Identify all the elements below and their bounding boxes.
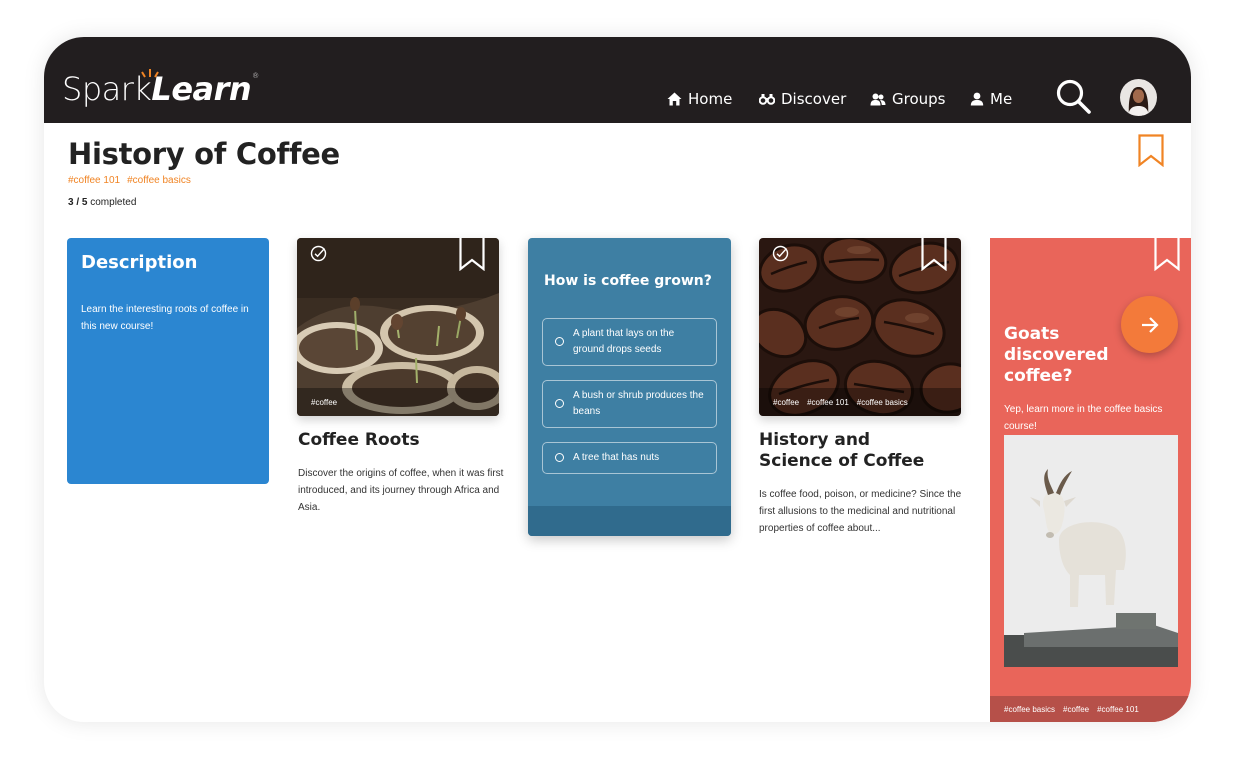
nav-discover-label: Discover	[781, 90, 847, 108]
progress-separator: /	[76, 197, 80, 208]
quiz-card-footer	[528, 506, 731, 536]
nav-me[interactable]: Me	[970, 89, 1012, 109]
spark-icon	[141, 69, 159, 78]
search-icon[interactable]	[1055, 78, 1093, 116]
radio-button	[555, 337, 564, 346]
card-tags-strip: #coffee basics #coffee #coffee 101	[990, 696, 1191, 722]
coffee-roots-text: Discover the origins of coffee, when it …	[298, 468, 504, 513]
tag-link[interactable]: #coffee basics	[857, 398, 908, 407]
description-card[interactable]: Description Learn the interesting roots …	[67, 238, 269, 484]
quiz-option-label: A plant that lays on the ground drops se…	[573, 328, 675, 355]
bookmark-icon[interactable]	[921, 238, 947, 271]
completed-check-icon	[772, 245, 789, 262]
card-tags-strip: #coffee #coffee 101 #coffee basics	[759, 388, 961, 416]
card-tags-strip: #coffee	[297, 388, 499, 416]
radio-button	[555, 453, 564, 462]
radio-button	[555, 399, 564, 408]
tag-link[interactable]: #coffee	[311, 398, 337, 407]
course-tags: #coffee 101 #coffee basics	[68, 175, 191, 186]
tag-link[interactable]: #coffee	[1063, 705, 1089, 714]
history-science-title[interactable]: History and Science of Coffee	[759, 430, 924, 472]
brand-reg-mark: ®	[252, 72, 259, 80]
tag-link[interactable]: #coffee 101	[1097, 705, 1139, 714]
promo-title: Goats discovered coffee?	[1004, 324, 1109, 386]
brand-name-spark: Spark	[62, 70, 152, 108]
coffee-roots-title[interactable]: Coffee Roots	[298, 430, 420, 451]
bookmark-icon[interactable]	[459, 238, 485, 271]
nav-discover[interactable]: Discover	[759, 89, 846, 109]
tag-link[interactable]: #coffee 101	[68, 175, 120, 186]
history-science-card[interactable]: #coffee #coffee 101 #coffee basics	[759, 238, 961, 416]
avatar-image	[1120, 79, 1157, 116]
description-card-title: Description	[81, 252, 198, 273]
brand-logo[interactable]: SparkLearn®	[62, 70, 259, 108]
description-card-text: Learn the interesting roots of coffee in…	[81, 304, 249, 332]
history-science-title-line2: Science of Coffee	[759, 451, 925, 471]
bookmark-icon[interactable]	[1154, 238, 1180, 271]
history-science-title-line1: History and	[759, 430, 871, 450]
tag-link[interactable]: #coffee 101	[807, 398, 849, 407]
tag-link[interactable]: #coffee basics	[1004, 705, 1055, 714]
promo-text: Yep, learn more in the coffee basics cou…	[1004, 404, 1163, 432]
group-icon	[870, 93, 886, 105]
quiz-question: How is coffee grown?	[544, 273, 712, 289]
progress-total-count: 5	[81, 197, 88, 208]
nav-me-label: Me	[990, 90, 1013, 108]
top-nav: SparkLearn® Home Discover Groups Me	[44, 37, 1191, 123]
bookmark-icon[interactable]	[1138, 134, 1164, 167]
history-science-text: Is coffee food, poison, or medicine? Sin…	[759, 489, 962, 534]
goat-image	[1004, 435, 1178, 667]
avatar[interactable]	[1120, 79, 1157, 116]
nav-home[interactable]: Home	[667, 89, 732, 109]
binoculars-icon	[759, 94, 775, 105]
coffee-roots-card[interactable]: #coffee	[297, 238, 499, 416]
quiz-option[interactable]: A plant that lays on the ground drops se…	[542, 318, 717, 366]
brand-name-learn: Learn	[151, 70, 252, 108]
completed-check-icon	[310, 245, 327, 262]
progress-label: completed	[90, 197, 137, 208]
quiz-option-label: A tree that has nuts	[573, 452, 660, 463]
person-icon	[970, 92, 984, 106]
quiz-option[interactable]: A tree that has nuts	[542, 442, 717, 474]
app-window: SparkLearn® Home Discover Groups Me Hist…	[44, 37, 1191, 722]
progress-completed-count: 3	[68, 197, 74, 208]
progress-text: 3 / 5 completed	[68, 197, 136, 208]
quiz-option[interactable]: A bush or shrub produces the beans	[542, 380, 717, 428]
tag-link[interactable]: #coffee	[773, 398, 799, 407]
goats-promo-card[interactable]: Goats discovered coffee? Yep, learn more…	[990, 238, 1191, 722]
nav-groups[interactable]: Groups	[870, 89, 945, 109]
quiz-card: How is coffee grown? A plant that lays o…	[528, 238, 731, 536]
nav-groups-label: Groups	[892, 90, 946, 108]
quiz-option-label: A bush or shrub produces the beans	[573, 390, 704, 417]
tag-link[interactable]: #coffee basics	[127, 175, 191, 186]
home-icon	[667, 92, 682, 106]
nav-home-label: Home	[688, 90, 733, 108]
page-title: History of Coffee	[68, 137, 340, 171]
